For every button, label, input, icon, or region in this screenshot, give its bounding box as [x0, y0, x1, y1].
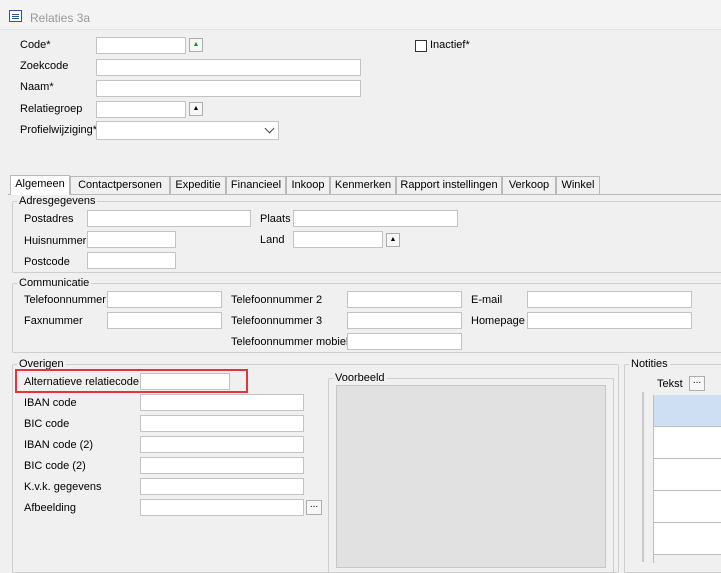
iban2-input[interactable]	[140, 436, 304, 453]
bic-label: BIC code	[24, 418, 70, 430]
notes-row[interactable]	[654, 395, 721, 427]
tab-rapport-instellingen[interactable]: Rapport instellingen	[396, 176, 502, 194]
notes-grid	[653, 395, 721, 563]
voorbeeld-title: Voorbeeld	[335, 372, 385, 384]
land-label: Land	[260, 234, 285, 246]
adresgegevens-title: Adresgegevens	[19, 195, 96, 207]
code-lookup-button[interactable]: ▲	[189, 38, 203, 52]
notes-row[interactable]	[654, 523, 721, 555]
tekst-column-label: Tekst	[657, 378, 683, 390]
homepage-input[interactable]	[527, 312, 692, 329]
notes-row[interactable]	[654, 427, 721, 459]
land-lookup-button[interactable]: ▲	[386, 233, 400, 247]
tab-contactpersonen[interactable]: Contactpersonen	[70, 176, 170, 194]
code-label: Code*	[20, 39, 51, 51]
afbeelding-input[interactable]	[140, 499, 304, 516]
telefoonnummer3-label: Telefoonnummer 3	[231, 315, 323, 327]
naam-label: Naam*	[20, 81, 54, 93]
relatiegroep-input[interactable]	[96, 101, 186, 118]
inactief-checkbox[interactable]	[415, 40, 427, 52]
iban-input[interactable]	[140, 394, 304, 411]
bic2-input[interactable]	[140, 457, 304, 474]
faxnummer-label: Faxnummer	[24, 315, 83, 327]
bic2-label: BIC code (2)	[24, 460, 86, 472]
iban2-label: IBAN code (2)	[24, 439, 94, 451]
afbeelding-label: Afbeelding	[24, 502, 76, 514]
title-bar	[0, 0, 721, 30]
plaats-input[interactable]	[293, 210, 458, 227]
kvk-input[interactable]	[140, 478, 304, 495]
tab-financieel[interactable]: Financieel	[226, 176, 286, 194]
tab-kenmerken[interactable]: Kenmerken	[330, 176, 396, 194]
image-preview	[336, 385, 606, 568]
notes-row[interactable]	[654, 459, 721, 491]
app-window-icon	[9, 10, 22, 22]
postadres-input[interactable]	[87, 210, 251, 227]
profielwijziging-label: Profielwijziging*	[20, 124, 98, 136]
plaats-label: Plaats	[260, 213, 291, 225]
kvk-label: K.v.k. gegevens	[24, 481, 102, 493]
zoekcode-label: Zoekcode	[20, 60, 69, 72]
bic-input[interactable]	[140, 415, 304, 432]
tab-inkoop[interactable]: Inkoop	[286, 176, 330, 194]
notes-row-indicator	[642, 392, 644, 562]
tab-verkoop[interactable]: Verkoop	[502, 176, 556, 194]
tab-expeditie[interactable]: Expeditie	[170, 176, 226, 194]
email-label: E-mail	[471, 294, 503, 306]
email-input[interactable]	[527, 291, 692, 308]
tab-winkel[interactable]: Winkel	[556, 176, 600, 194]
relatiegroep-label: Relatiegroep	[20, 103, 83, 115]
iban-label: IBAN code	[24, 397, 77, 409]
telefoonnummer3-input[interactable]	[347, 312, 462, 329]
tekst-ellipsis-button[interactable]: ...	[689, 376, 705, 391]
telefoonnummer-mobiel-label: Telefoonnummer mobiel	[231, 336, 349, 348]
chevron-down-icon	[264, 123, 275, 134]
telefoonnummer-input[interactable]	[107, 291, 222, 308]
telefoonnummer-label: Telefoonnummer	[24, 294, 106, 306]
telefoonnummer2-label: Telefoonnummer 2	[231, 294, 323, 306]
window-title: Relaties 3a	[30, 11, 91, 25]
postcode-input[interactable]	[87, 252, 176, 269]
communicatie-title: Communicatie	[19, 277, 90, 289]
afbeelding-browse-button[interactable]: ...	[306, 500, 322, 515]
tab-algemeen[interactable]: Algemeen	[10, 175, 70, 195]
faxnummer-input[interactable]	[107, 312, 222, 329]
huisnummer-input[interactable]	[87, 231, 176, 248]
postadres-label: Postadres	[24, 213, 74, 225]
telefoonnummer2-input[interactable]	[347, 291, 462, 308]
alternatieve-relatiecode-label: Alternatieve relatiecode	[24, 376, 139, 388]
postcode-label: Postcode	[24, 256, 70, 268]
huisnummer-label: Huisnummer	[24, 235, 87, 247]
notes-row[interactable]	[654, 491, 721, 523]
code-input[interactable]	[96, 37, 186, 54]
notities-title: Notities	[631, 358, 668, 370]
naam-input[interactable]	[96, 80, 361, 97]
profielwijziging-select[interactable]	[96, 121, 279, 140]
relatiegroep-lookup-button[interactable]: ▲	[189, 102, 203, 116]
telefoonnummer-mobiel-input[interactable]	[347, 333, 462, 350]
homepage-label: Homepage	[471, 315, 525, 327]
zoekcode-input[interactable]	[96, 59, 361, 76]
alternatieve-relatiecode-input[interactable]	[140, 373, 230, 390]
land-input[interactable]	[293, 231, 383, 248]
inactief-label: Inactief*	[430, 39, 470, 51]
